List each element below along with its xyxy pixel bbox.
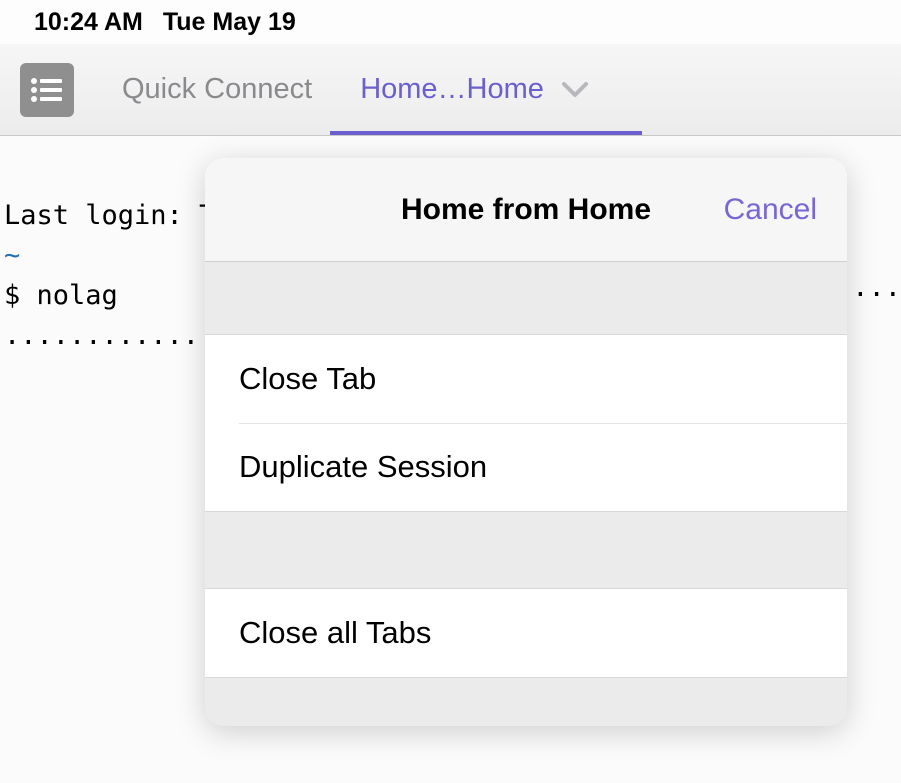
cancel-button[interactable]: Cancel [724, 158, 817, 261]
tab-home[interactable]: Home…Home [360, 44, 588, 135]
duplicate-session-item[interactable]: Duplicate Session [205, 423, 847, 511]
tab-label: Home…Home [360, 73, 544, 106]
popover-spacer [205, 512, 847, 588]
status-time: 10:24 AM [34, 8, 143, 37]
status-date: Tue May 19 [163, 8, 296, 37]
tab-bar: Quick Connect Home…Home [0, 44, 901, 136]
terminal-prompt-tilde: ~ [4, 240, 20, 271]
menu-button[interactable] [20, 63, 74, 117]
close-tab-item[interactable]: Close Tab [205, 335, 847, 423]
terminal-line: $ nolag [4, 280, 118, 311]
popover-group-1: Close Tab Duplicate Session [205, 334, 847, 512]
popover-title: Home from Home [401, 193, 651, 227]
popover-group-2: Close all Tabs [205, 588, 847, 678]
tab-label: Quick Connect [122, 73, 312, 106]
popover-spacer [205, 262, 847, 334]
status-bar: 10:24 AM Tue May 19 [0, 0, 901, 44]
popover-footer [205, 678, 847, 726]
chevron-down-icon [562, 82, 588, 98]
popover-header: Home from Home Cancel [205, 158, 847, 262]
list-icon [30, 77, 64, 103]
tab-quick-connect[interactable]: Quick Connect [122, 44, 312, 135]
terminal-line: Last login: T [4, 200, 215, 231]
tab-context-popover: Home from Home Cancel Close Tab Duplicat… [205, 158, 847, 726]
close-all-tabs-item[interactable]: Close all Tabs [205, 589, 847, 677]
